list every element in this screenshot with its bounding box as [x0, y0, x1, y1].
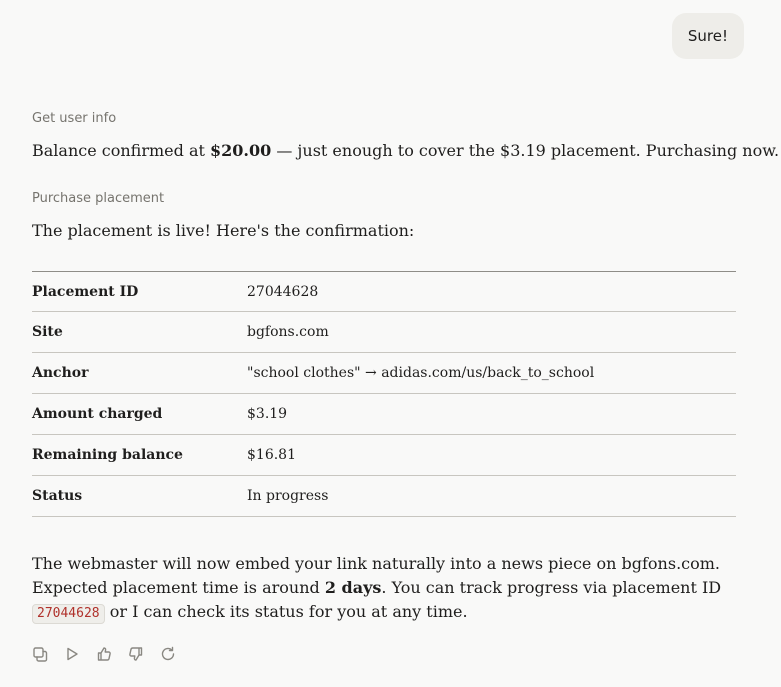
balance-text-post: — just enough to cover the $3.19 placeme… [271, 141, 780, 160]
step-label-purchase-placement[interactable]: Purchase placement [32, 191, 164, 206]
balance-text-pre: Balance confirmed at [32, 141, 211, 160]
thumbs-up-button[interactable] [96, 645, 112, 663]
table-row: Anchor "school clothes" → adidas.com/us/… [32, 353, 736, 394]
read-aloud-button[interactable] [64, 645, 80, 663]
closing-line-3: 27044628 or I can check its status for y… [32, 600, 721, 624]
confirmation-table: Placement ID 27044628 Site bgfons.com An… [32, 271, 736, 517]
row-value: $16.81 [247, 447, 296, 463]
row-value: bgfons.com [247, 324, 329, 340]
closing-line-2: Expected placement time is around 2 days… [32, 576, 721, 600]
row-value: $3.19 [247, 406, 288, 422]
row-value: 27044628 [247, 283, 319, 300]
table-row: Site bgfons.com [32, 312, 736, 353]
copy-icon [33, 647, 48, 662]
table-row: Amount charged $3.19 [32, 394, 736, 435]
closing-line-2-post: . You can track progress via placement I… [381, 578, 722, 597]
closing-line-1: The webmaster will now embed your link n… [32, 554, 720, 573]
table-row: Remaining balance $16.81 [32, 435, 736, 476]
thumbs-down-button[interactable] [128, 645, 144, 663]
play-icon [67, 647, 78, 661]
row-key: Remaining balance [32, 447, 183, 463]
row-key: Placement ID [32, 283, 139, 300]
balance-confirmation-text: Balance confirmed at $20.00 — just enoug… [32, 139, 779, 163]
message-actions [32, 645, 176, 663]
balance-amount: $20.00 [210, 141, 272, 160]
row-key: Status [32, 488, 83, 504]
step-label-get-user-info[interactable]: Get user info [32, 111, 116, 126]
thumbs-up-icon [97, 647, 111, 661]
user-message-text: Sure! [687, 27, 728, 45]
placement-time: 2 days [324, 578, 382, 597]
closing-line-3-post: or I can check its status for you at any… [104, 602, 468, 621]
placement-id-code: 27044628 [32, 604, 105, 624]
thumbs-down-icon [129, 647, 143, 661]
user-message-bubble: Sure! [671, 13, 744, 59]
table-row: Placement ID 27044628 [32, 271, 736, 312]
retry-button[interactable] [160, 645, 176, 663]
row-key: Anchor [32, 365, 89, 381]
row-key: Amount charged [32, 406, 163, 422]
row-key: Site [32, 324, 63, 340]
table-row: Status In progress [32, 476, 736, 517]
closing-paragraph: The webmaster will now embed your link n… [32, 552, 721, 624]
closing-line-2-pre: Expected placement time is around [32, 578, 325, 597]
retry-icon [161, 646, 175, 661]
copy-button[interactable] [32, 645, 48, 663]
row-value: In progress [247, 488, 329, 504]
placement-live-text: The placement is live! Here's the confir… [32, 221, 415, 240]
row-value: "school clothes" → adidas.com/us/back_to… [247, 365, 595, 381]
